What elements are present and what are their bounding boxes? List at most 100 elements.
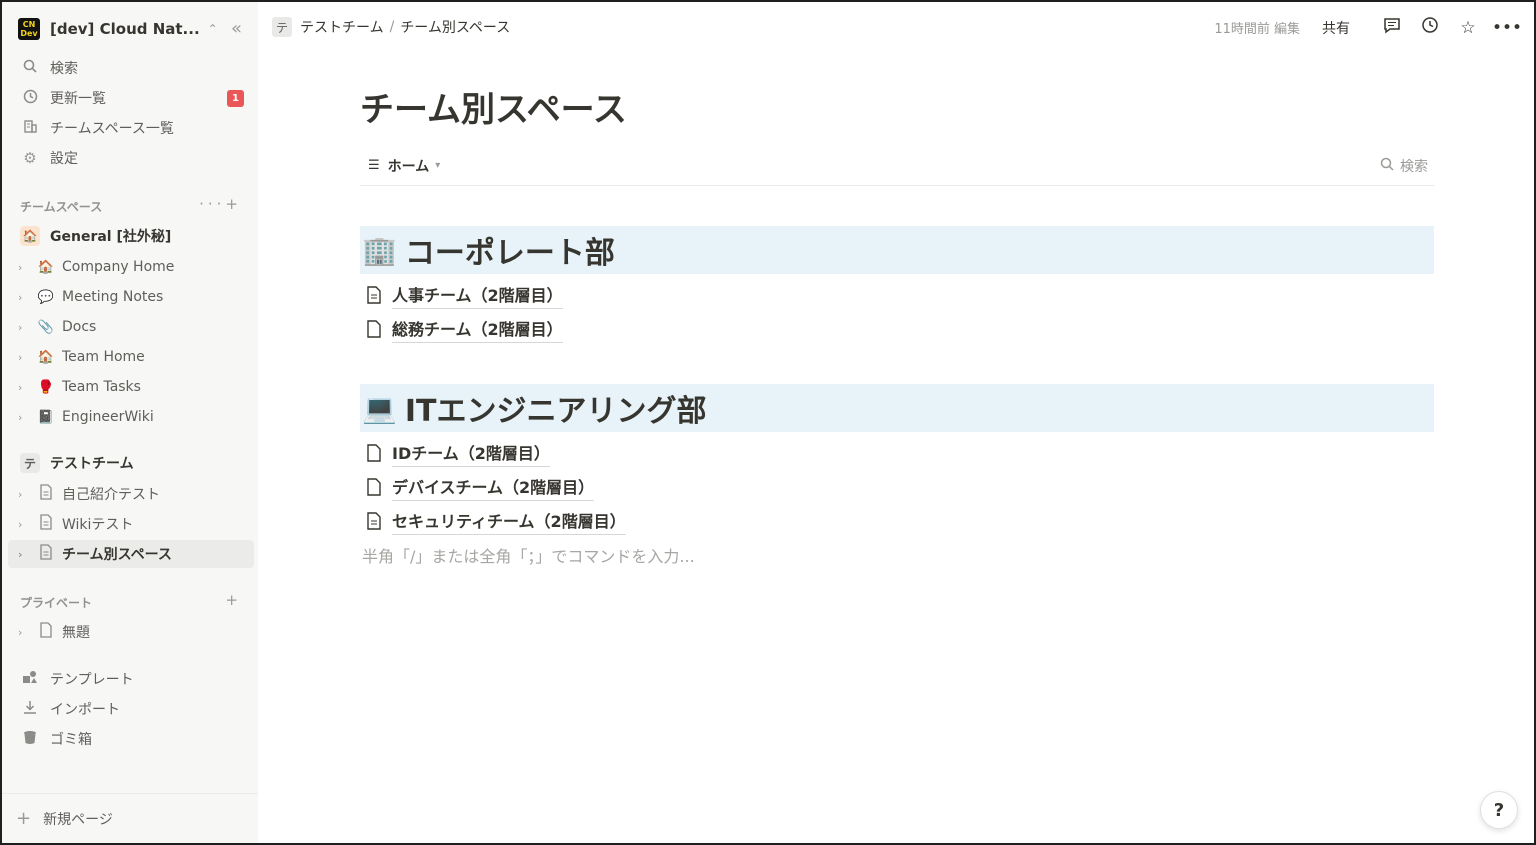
search-icon [1380,157,1394,175]
page-link[interactable]: 総務チーム（2階層目） [360,312,1434,346]
nav-templates[interactable]: テンプレート [8,665,254,693]
teamspace-section-actions: ···+ [199,195,242,213]
sidebar-item-team-space[interactable]: › チーム別スペース [8,540,254,568]
chevron-right-icon[interactable]: › [18,518,32,531]
sidebar-item-wiki-test[interactable]: › Wikiテスト [8,510,254,538]
chevron-right-icon[interactable]: › [18,351,32,364]
page-icon [366,478,382,496]
section-heading[interactable]: 💻 ITエンジニアリング部 [360,384,1434,432]
more-options-icon[interactable]: ••• [1492,18,1522,38]
view-bar: ☰ ホーム ▾ 検索 [360,146,1434,186]
page-icon [366,444,382,462]
add-icon[interactable]: + [225,195,242,213]
sidebar-item-engineer-wiki[interactable]: › 📓 EngineerWiki [8,403,254,431]
private-section-actions: + [225,591,242,609]
chevron-right-icon[interactable]: › [18,411,32,424]
nav-settings[interactable]: ⚙ 設定 [8,144,254,172]
main-content: テ テストチーム / チーム別スペース 11時間前 編集 共有 ☆ ••• チー… [258,2,1534,843]
chevron-right-icon[interactable]: › [18,488,32,501]
page-icon [366,286,382,304]
chevron-right-icon[interactable]: › [18,261,32,274]
star-icon[interactable]: ☆ [1454,18,1482,38]
gear-icon: ⚙ [23,149,37,167]
import-icon [20,700,40,718]
template-icon [20,670,40,688]
breadcrumb-parent[interactable]: テストチーム [300,17,384,37]
page-icon [36,622,56,642]
breadcrumb-separator: / [389,19,395,35]
chevron-right-icon[interactable]: › [18,321,32,334]
clock-icon [20,89,40,108]
sidebar: CN Dev [dev] Cloud Nat... ⌃ « 検索 更新一覧 1 … [2,2,258,843]
page-link[interactable]: 人事チーム（2階層目） [360,278,1434,312]
page-body: チーム別スペース ☰ ホーム ▾ 検索 🏢 コーポレート部 人事チーム（2階層目… [360,82,1434,572]
notebook-icon: 📓 [37,409,55,425]
workspace-name: [dev] Cloud Nat... [50,20,200,38]
nav-import[interactable]: インポート [8,695,254,723]
nav-updates[interactable]: 更新一覧 1 [8,84,254,112]
paperclip-icon: 📎 [37,319,55,335]
chevron-down-icon: ▾ [435,160,441,171]
sidebar-item-self-intro[interactable]: › 自己紹介テスト [8,480,254,508]
sidebar-item-meeting-notes[interactable]: › 💬 Meeting Notes [8,283,254,311]
trash-icon [20,730,40,749]
breadcrumb-current[interactable]: チーム別スペース [400,17,510,37]
page-icon [366,320,382,338]
page-link[interactable]: セキュリティチーム（2階層目） [360,504,1434,538]
new-page-button[interactable]: + 新規ページ [2,793,258,843]
sidebar-item-docs[interactable]: › 📎 Docs [8,313,254,341]
speech-bubble-icon: 💬 [37,289,55,305]
comment-icon[interactable] [1378,17,1406,39]
more-icon[interactable]: ··· [199,195,225,213]
sidebar-item-general[interactable]: 🏠 General [社外秘] [8,222,254,250]
help-button[interactable]: ? [1480,791,1518,829]
page-link[interactable]: デバイスチーム（2階層目） [360,470,1434,504]
page-link[interactable]: IDチーム（2階層目） [360,436,1434,470]
boxing-glove-icon: 🥊 [37,379,55,395]
building-icon [20,119,40,138]
breadcrumb-teamspace-icon: テ [272,17,292,37]
page-icon [366,512,382,530]
teamspace-section-label: チームスペース [20,200,103,214]
last-edited: 11時間前 編集 [1214,22,1300,37]
chevron-right-icon[interactable]: › [18,291,32,304]
teamspace-badge: テ [20,453,40,473]
laptop-icon: 💻 [362,391,397,425]
sidebar-item-company-home[interactable]: › 🏠 Company Home [8,253,254,281]
chevron-right-icon[interactable]: › [18,626,32,639]
sidebar-item-untitled[interactable]: › 無題 [8,618,254,646]
sidebar-item-team-home[interactable]: › 🏠 Team Home [8,343,254,371]
nav-search[interactable]: 検索 [8,54,254,82]
nav-teamspaces[interactable]: チームスペース一覧 [8,114,254,142]
page-title[interactable]: チーム別スペース [360,82,1434,138]
history-icon[interactable] [1416,16,1444,39]
chevron-updown-icon: ⌃ [207,22,218,36]
topbar-actions: 11時間前 編集 共有 ☆ ••• [1214,16,1522,39]
topbar: テ テストチーム / チーム別スペース 11時間前 編集 共有 ☆ ••• [258,2,1534,52]
chevron-right-icon[interactable]: › [18,548,32,561]
list-icon: ☰ [368,158,380,173]
collapse-sidebar-icon[interactable]: « [231,18,242,39]
view-tab-home[interactable]: ☰ ホーム ▾ [368,156,440,176]
page-icon [36,514,56,534]
workspace-logo: CN Dev [18,18,40,40]
command-placeholder[interactable]: 半角「/」または全角「；」でコマンドを入力... [360,538,1434,572]
app-window: CN Dev [dev] Cloud Nat... ⌃ « 検索 更新一覧 1 … [0,0,1536,845]
share-button[interactable]: 共有 [1322,18,1350,38]
search-icon [20,59,40,77]
plus-icon: + [16,808,32,829]
section-heading[interactable]: 🏢 コーポレート部 [360,226,1434,274]
add-icon[interactable]: + [225,591,242,609]
page-icon [36,544,56,564]
private-section-label: プライベート [20,596,93,610]
sidebar-item-test-team[interactable]: テ テストチーム [8,449,254,477]
home-icon: 🏠 [20,226,40,246]
nav-trash[interactable]: ゴミ箱 [8,725,254,753]
sidebar-item-team-tasks[interactable]: › 🥊 Team Tasks [8,373,254,401]
updates-badge: 1 [227,90,244,107]
view-search-button[interactable]: 検索 [1380,156,1428,176]
page-icon [36,484,56,504]
house-icon: 🏠 [37,259,55,275]
workspace-switcher[interactable]: CN Dev [dev] Cloud Nat... ⌃ « [16,16,246,42]
chevron-right-icon[interactable]: › [18,381,32,394]
